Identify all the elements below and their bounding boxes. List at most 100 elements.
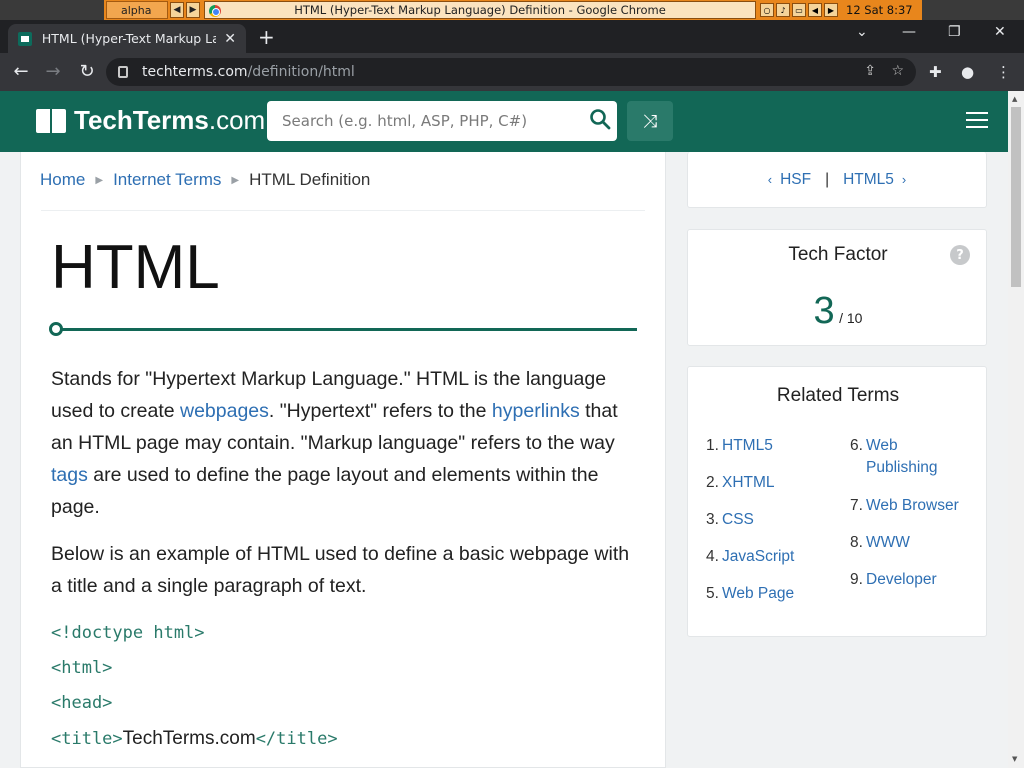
page-title: HTML bbox=[51, 233, 220, 302]
tray-prev-icon[interactable]: ◀ bbox=[808, 3, 822, 17]
related-term-link[interactable]: Web Browser bbox=[866, 495, 959, 517]
related-terms-title: Related Terms bbox=[776, 385, 900, 406]
back-icon[interactable]: ← bbox=[10, 61, 32, 82]
next-window-icon[interactable]: ▶ bbox=[186, 2, 200, 18]
title-rule-dot bbox=[49, 322, 63, 336]
list-item: 4. JavaScript bbox=[706, 546, 836, 568]
site-header: TechTerms .com Search (e.g. html, ASP, PH… bbox=[0, 91, 1008, 152]
code-line: <head> bbox=[51, 693, 113, 713]
tray-battery-icon[interactable]: ▭ bbox=[792, 3, 806, 17]
profile-icon[interactable]: ● bbox=[961, 63, 974, 81]
related-term-link[interactable]: Developer bbox=[866, 569, 937, 591]
tech-factor-card: Tech Factor ? 3 / 10 bbox=[687, 229, 987, 346]
code-text: TechTerms.com bbox=[122, 728, 256, 749]
related-term-link[interactable]: Web Publishing bbox=[866, 435, 948, 479]
code-line: <html> bbox=[51, 658, 113, 678]
related-term-link[interactable]: Web Page bbox=[722, 583, 794, 605]
list-item: 3. CSS bbox=[706, 509, 836, 531]
logo-brand-suffix: .com bbox=[208, 105, 266, 135]
search-input[interactable]: Search (e.g. html, ASP, PHP, C#) bbox=[267, 101, 617, 141]
related-term-link[interactable]: CSS bbox=[722, 509, 754, 531]
chrome-menu-icon[interactable]: ⋮ bbox=[996, 63, 1011, 81]
related-term-link[interactable]: XHTML bbox=[722, 472, 775, 494]
prev-window-icon[interactable]: ◀ bbox=[170, 2, 184, 18]
prev-term-link[interactable]: HSF bbox=[780, 171, 811, 189]
share-icon[interactable]: ⇪ bbox=[864, 63, 876, 79]
definition-paragraph: Stands for "Hypertext Markup Language." … bbox=[51, 363, 641, 523]
chevron-right-icon[interactable]: › bbox=[902, 172, 906, 187]
list-item: 8. WWW bbox=[850, 532, 970, 554]
breadcrumb-home[interactable]: Home bbox=[40, 170, 85, 190]
next-term-link[interactable]: HTML5 bbox=[843, 171, 894, 189]
forward-icon[interactable]: → bbox=[42, 61, 64, 82]
restore-icon[interactable]: ❐ bbox=[948, 24, 961, 40]
tray-volume-icon[interactable]: ♪ bbox=[776, 3, 790, 17]
related-term-link[interactable]: WWW bbox=[866, 532, 910, 554]
taskbar-title-text: HTML (Hyper-Text Markup Language) Defini… bbox=[294, 3, 666, 17]
book-logo-icon bbox=[36, 108, 66, 133]
logo-brand-text: TechTerms bbox=[74, 105, 209, 135]
related-terms-list-right: 6. Web Publishing 7. Web Browser 8. WWW 9. D… bbox=[850, 435, 970, 606]
chrome-app-icon bbox=[209, 5, 221, 17]
url-path: /definition/html bbox=[247, 64, 355, 80]
scrollbar-thumb[interactable] bbox=[1011, 107, 1021, 287]
tab-title: HTML (Hyper-Text Markup Language) Defini… bbox=[41, 31, 217, 46]
shuffle-icon: ⤨ bbox=[642, 110, 658, 132]
divider bbox=[41, 210, 645, 211]
help-icon[interactable]: ? bbox=[950, 245, 970, 265]
scroll-down-icon[interactable]: ▼ bbox=[1012, 755, 1017, 763]
site-logo[interactable]: TechTerms .com bbox=[36, 105, 265, 136]
related-term-link[interactable]: HTML5 bbox=[722, 435, 773, 457]
close-window-icon[interactable]: ✕ bbox=[994, 24, 1006, 40]
tech-factor-title: Tech Factor bbox=[788, 244, 888, 265]
para-text: . "Hypertext" refers to the bbox=[268, 400, 492, 422]
code-line: <!doctype html> bbox=[51, 623, 205, 643]
os-taskbar: alpha ◀ ▶ HTML (Hyper-Text Markup Langua… bbox=[0, 0, 1024, 20]
bookmark-star-icon[interactable]: ☆ bbox=[891, 63, 904, 79]
list-item: 5. Web Page bbox=[706, 583, 836, 605]
favicon-icon bbox=[18, 31, 32, 46]
workspace-label[interactable]: alpha bbox=[106, 1, 168, 19]
taskbar-window-title[interactable]: HTML (Hyper-Text Markup Language) Defini… bbox=[204, 1, 756, 19]
scroll-up-icon[interactable]: ▲ bbox=[1012, 95, 1017, 103]
link-webpages[interactable]: webpages bbox=[180, 400, 269, 422]
code-example: <!doctype html> <html> <head> <title>Tec… bbox=[51, 616, 338, 757]
search-placeholder: Search (e.g. html, ASP, PHP, C#) bbox=[282, 112, 528, 130]
extensions-icon[interactable]: ✚ bbox=[929, 63, 942, 81]
new-tab-icon[interactable]: + bbox=[258, 25, 275, 49]
browser-tab-active[interactable]: HTML (Hyper-Text Markup Language) Defini… bbox=[8, 24, 246, 53]
breadcrumb-section[interactable]: Internet Terms bbox=[113, 170, 221, 190]
breadcrumb-current: HTML Definition bbox=[249, 170, 371, 189]
para-text: are used to define the page layout and e… bbox=[51, 464, 599, 518]
browser-toolbar: ← → ↻ techterms.com/definition/html ⇪ ☆ … bbox=[0, 53, 1024, 91]
related-term-link[interactable]: JavaScript bbox=[722, 546, 794, 568]
breadcrumb: Home ▶ Internet Terms ▶ HTML Definition bbox=[40, 170, 370, 190]
link-hyperlinks[interactable]: hyperlinks bbox=[492, 400, 580, 422]
nav-separator: | bbox=[825, 170, 830, 188]
tray-network-icon[interactable]: ○ bbox=[760, 3, 774, 17]
prev-next-nav: ‹ HSF | HTML5 › bbox=[687, 152, 987, 208]
address-bar[interactable]: techterms.com/definition/html ⇪ ☆ bbox=[106, 58, 916, 86]
system-tray: ○ ♪ ▭ ◀ ▶ bbox=[760, 3, 838, 17]
page-scrollbar[interactable]: ▲ ▼ bbox=[1008, 91, 1024, 768]
breadcrumb-separator-icon: ▶ bbox=[95, 174, 104, 186]
lock-icon[interactable] bbox=[118, 66, 128, 78]
list-item: 7. Web Browser bbox=[850, 495, 970, 517]
reload-icon[interactable]: ↻ bbox=[76, 61, 98, 82]
chevron-left-icon[interactable]: ‹ bbox=[768, 172, 772, 187]
hamburger-menu-icon[interactable] bbox=[966, 112, 988, 130]
example-intro-paragraph: Below is an example of HTML used to defi… bbox=[51, 543, 630, 597]
random-term-button[interactable]: ⤨ bbox=[627, 101, 673, 141]
tab-close-icon[interactable]: ✕ bbox=[224, 31, 236, 47]
tab-search-icon[interactable]: ⌄ bbox=[856, 24, 868, 40]
code-tag: <title> bbox=[51, 729, 123, 749]
tray-next-icon[interactable]: ▶ bbox=[824, 3, 838, 17]
code-tag: </title> bbox=[255, 729, 338, 749]
tech-factor-score: 3 / 10 bbox=[688, 290, 988, 333]
article-card: Home ▶ Internet Terms ▶ HTML Definition … bbox=[20, 152, 666, 768]
search-icon[interactable] bbox=[589, 108, 611, 130]
minimize-icon[interactable]: — bbox=[902, 24, 916, 40]
link-tags[interactable]: tags bbox=[51, 464, 88, 486]
list-item: 6. Web Publishing bbox=[850, 435, 970, 479]
related-terms-card: Related Terms 1. HTML5 2. XHTML 3. CSS 4. Ja… bbox=[687, 366, 987, 637]
